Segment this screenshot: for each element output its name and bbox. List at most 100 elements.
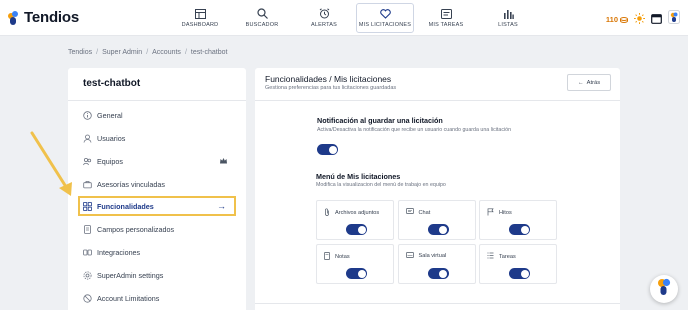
sidebar-item-label: General: [97, 110, 123, 120]
option-label: Chat: [418, 209, 431, 216]
search-icon: [256, 8, 268, 19]
checklist-icon: [487, 252, 494, 261]
settings-icon: [83, 271, 92, 280]
arrow-left-icon: ←: [577, 79, 584, 86]
top-right-tools: 110: [606, 10, 680, 29]
breadcrumb-item[interactable]: Accounts: [152, 49, 181, 56]
nav-label: MIS TAREAS: [428, 22, 464, 28]
sidebar-item-funcionalidades[interactable]: Funcionalidades →: [78, 196, 236, 216]
briefcase-icon: [83, 180, 92, 189]
sidebar-item-account-limitations[interactable]: Account Limitations: [80, 289, 236, 307]
nav-mis-licitaciones[interactable]: MIS LICITACIONES: [356, 3, 414, 33]
coins-icon: [620, 16, 628, 23]
sidebar-item-label: Asesorías vinculadas: [97, 179, 165, 189]
sidebar-item-label: Campos personalizados: [97, 224, 175, 234]
divider: [255, 303, 620, 304]
video-icon: [405, 252, 414, 260]
option-card-sala-virtual: Sala virtual: [397, 244, 476, 284]
option-label: Hitos: [499, 210, 512, 216]
option-toggle[interactable]: [427, 268, 449, 279]
option-card-chat: Chat: [397, 200, 476, 240]
back-button[interactable]: ← Atrás: [567, 74, 611, 91]
nav-mis-tareas[interactable]: MIS TAREAS: [416, 0, 476, 36]
alarm-clock-icon: [318, 8, 330, 19]
option-card-archivos-adjuntos: Archivos adjuntos: [316, 200, 394, 240]
chat-icon: [405, 208, 414, 217]
sun-icon[interactable]: [634, 11, 645, 29]
option-card-hitos: Hitos: [479, 200, 557, 240]
dashboard-icon: [194, 8, 206, 19]
sidebar-item-integraciones[interactable]: Integraciones: [80, 243, 236, 261]
limit-icon: [83, 293, 92, 303]
breadcrumb-item: test-chatbot: [190, 49, 228, 56]
account-title: test-chatbot: [83, 78, 141, 89]
lists-icon: [502, 8, 514, 19]
breadcrumb-item[interactable]: Tendios: [68, 49, 92, 56]
coins-counter[interactable]: 110: [606, 15, 628, 24]
sidebar-item-asesorias[interactable]: Asesorías vinculadas: [80, 175, 236, 193]
back-button-label: Atrás: [586, 79, 601, 86]
option-card-notas: Notas: [316, 244, 394, 284]
sidebar-item-label: SuperAdmin settings: [97, 270, 164, 280]
chat-launcher-button[interactable]: [650, 275, 678, 303]
option-toggle[interactable]: [509, 224, 530, 235]
sidebar-item-label: Equipos: [97, 156, 123, 166]
top-bar: Tendios DASHBOARD BUSCADOR ALERTAS MIS L…: [0, 0, 688, 36]
option-toggle[interactable]: [346, 224, 367, 235]
annotation-arrow-icon: [30, 131, 72, 196]
paperclip-icon: [324, 208, 330, 218]
notification-toggle[interactable]: [317, 144, 338, 155]
breadcrumb-separator: /: [96, 49, 99, 56]
account-sidebar: test-chatbot General Usuarios Equipos As…: [68, 68, 246, 310]
logo-text: Tendios: [24, 9, 79, 26]
sidebar-item-label: Account Limitations: [97, 293, 160, 303]
option-toggle[interactable]: [346, 268, 367, 279]
logo[interactable]: Tendios: [8, 9, 79, 26]
page-title: Funcionalidades / Mis licitaciones: [265, 74, 392, 84]
grid-icon: [83, 201, 92, 211]
divider: [255, 100, 620, 101]
team-icon: [83, 157, 92, 166]
notification-section-desc: Activa/Desactiva la notificación que rec…: [317, 127, 512, 133]
sidebar-item-equipos[interactable]: Equipos: [80, 152, 236, 170]
breadcrumb-item[interactable]: Super Admin: [102, 49, 142, 56]
sidebar-item-label: Usuarios: [97, 133, 126, 143]
sidebar-item-label: Integraciones: [97, 247, 141, 257]
flag-icon: [487, 208, 494, 218]
logo-mark-icon: [8, 10, 20, 25]
sidebar-item-usuarios[interactable]: Usuarios: [80, 129, 236, 147]
nav-label: BUSCADOR: [245, 22, 279, 28]
option-label: Notas: [335, 254, 350, 260]
note-icon: [324, 252, 330, 262]
calendar-icon[interactable]: [651, 11, 662, 29]
menu-options-grid: Archivos adjuntos Chat Hitos Notas Sala …: [316, 200, 561, 284]
tasks-icon: [440, 8, 452, 19]
option-toggle[interactable]: [509, 268, 530, 279]
info-icon: [83, 110, 92, 120]
sidebar-item-general[interactable]: General: [80, 106, 236, 124]
option-label: Archivos adjuntos: [335, 210, 380, 216]
option-label: Tareas: [499, 253, 516, 260]
nav-buscador[interactable]: BUSCADOR: [232, 0, 292, 36]
option-card-tareas: Tareas: [479, 244, 557, 284]
nav-label: DASHBOARD: [181, 22, 219, 28]
breadcrumb: Tendios / Super Admin / Accounts / test-…: [68, 49, 227, 56]
logo-mark-icon: [656, 278, 672, 301]
breadcrumb-separator: /: [184, 49, 187, 56]
option-toggle[interactable]: [427, 224, 449, 235]
nav-alertas[interactable]: ALERTAS: [294, 0, 354, 36]
nav-label: LISTAS: [498, 22, 518, 28]
sidebar-item-superadmin-settings[interactable]: SuperAdmin settings: [80, 266, 236, 284]
nav-listas[interactable]: LISTAS: [478, 0, 538, 36]
user-avatar-icon[interactable]: [668, 10, 680, 29]
crown-icon: [219, 156, 228, 167]
sidebar-item-campos-personalizados[interactable]: Campos personalizados: [80, 220, 236, 238]
document-icon: [83, 224, 92, 234]
notification-section-title: Notificación al guardar una licitación: [317, 116, 443, 125]
breadcrumb-separator: /: [146, 49, 149, 56]
nav-label: MIS LICITACIONES: [358, 22, 412, 28]
nav-label: ALERTAS: [311, 22, 337, 28]
sidebar-item-label: Funcionalidades: [97, 201, 154, 211]
nav-dashboard[interactable]: DASHBOARD: [170, 0, 230, 36]
page-subtitle: Gestiona preferencias para tus licitacio…: [265, 85, 397, 91]
